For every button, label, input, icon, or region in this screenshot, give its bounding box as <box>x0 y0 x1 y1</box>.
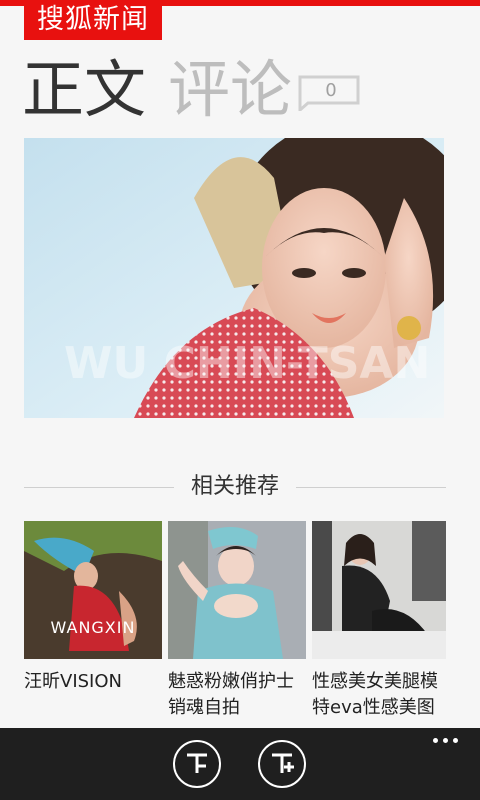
comment-count: 0 <box>325 80 337 101</box>
more-options-icon[interactable] <box>433 738 458 743</box>
font-increase-button[interactable] <box>258 740 306 788</box>
wangxin-logo: WANGXIN <box>51 618 136 637</box>
related-caption: 魅惑粉嫩俏护士销魂自拍 <box>168 671 294 718</box>
font-decrease-icon <box>187 753 207 773</box>
related-section-header: 相关推荐 <box>24 468 446 506</box>
font-decrease-button[interactable] <box>173 740 221 788</box>
tab-article[interactable]: 正文 <box>22 50 146 130</box>
related-item[interactable]: 性感美女美腿模特eva性感美图 <box>312 521 450 721</box>
related-thumb-2 <box>168 521 306 659</box>
application-bar <box>0 728 480 800</box>
related-item[interactable]: 魅惑粉嫩俏护士销魂自拍 <box>168 521 306 721</box>
related-thumb-1: WANGXIN <box>24 521 162 659</box>
hero-image[interactable]: WU CHIN-TSAN <box>24 138 444 418</box>
font-increase-icon <box>272 753 294 773</box>
app-brand: 搜狐新闻 <box>24 0 162 40</box>
svg-text:WU CHIN-TSAN: WU CHIN-TSAN <box>64 338 430 389</box>
related-title: 相关推荐 <box>190 474 279 499</box>
related-caption: 汪昕VISION <box>24 671 122 692</box>
related-thumb-3 <box>312 521 446 659</box>
related-item[interactable]: WANGXIN 汪昕VISION <box>24 521 162 695</box>
tab-comments[interactable]: 评论 <box>168 50 292 130</box>
related-caption: 性感美女美腿模特eva性感美图 <box>312 671 438 718</box>
portrait-photo: WU CHIN-TSAN <box>24 138 444 418</box>
